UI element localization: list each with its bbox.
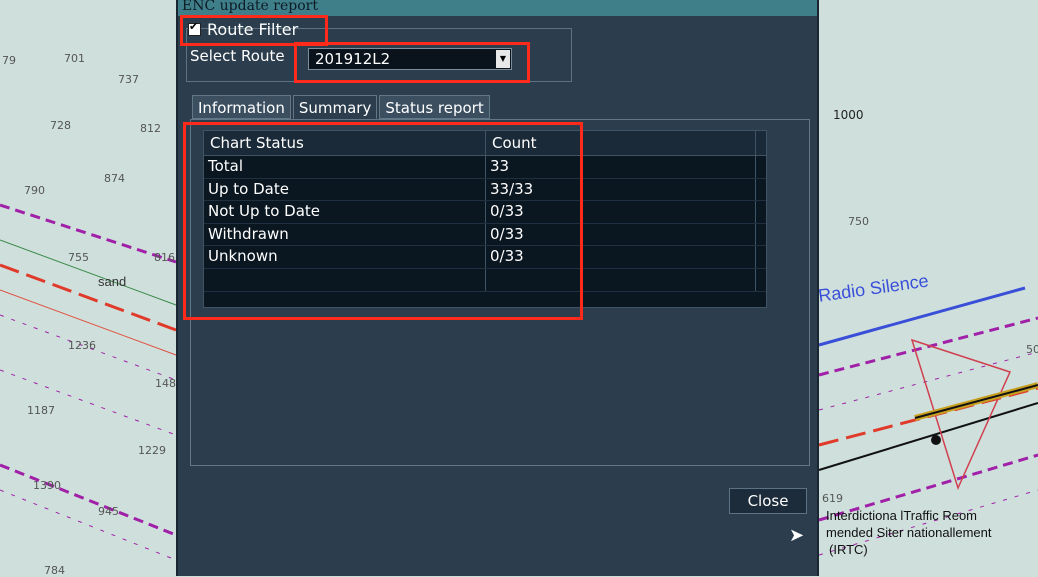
tab-summary[interactable]: Summary [292,95,378,119]
annotation-highlight [183,122,583,320]
mouse-cursor-icon: ➤ [789,525,805,546]
sounding: 1000 [833,108,864,122]
sounding: 1187 [27,404,55,417]
sounding: 701 [64,52,85,65]
sounding: 812 [140,122,161,135]
sounding: 1236 [68,339,96,352]
select-route-label: Select Route [190,47,285,65]
enc-update-report-dialog: ENC update report Route Filter Select Ro… [176,0,819,576]
tab-status-report[interactable]: Status report [379,95,490,119]
dialog-title: ENC update report [182,0,318,14]
sounding: 148 [155,377,176,390]
sand-label: sand [98,274,127,289]
tab-information[interactable]: Information [192,95,291,119]
area-label: mended Siter nationallement [826,525,992,540]
sounding: 816 [154,251,175,264]
annotation-highlight [294,42,530,83]
sounding: 750 [848,215,869,228]
tab-bar: Information Summary Status report [192,95,492,119]
sounding: 1229 [138,444,166,457]
summary-panel: Chart Status Count Total 33 Up to Date 3… [183,119,810,466]
sounding: 50 [1026,343,1038,356]
area-label: (IRTC) [829,542,868,557]
sounding: 619 [822,492,843,505]
sounding: 790 [24,184,45,197]
sounding: 737 [118,73,139,86]
sounding: 874 [104,172,125,185]
sounding: 79 [2,54,16,67]
sounding: 945 [98,505,119,518]
sounding: 728 [50,119,71,132]
sounding: 1390 [33,479,61,492]
sounding: 755 [68,251,89,264]
area-label: Interdictiona lTraffic Reom [826,508,978,523]
sounding: 784 [44,564,65,577]
close-button[interactable]: Close [729,488,807,514]
